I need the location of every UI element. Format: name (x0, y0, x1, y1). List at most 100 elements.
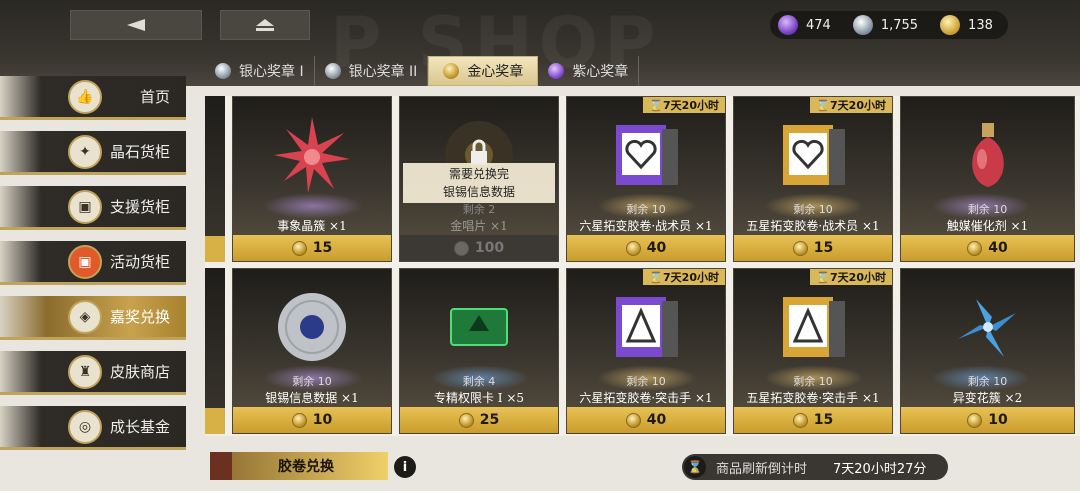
home-button[interactable] (220, 10, 310, 40)
shop-item[interactable]: 剩余 10 触媒催化剂 ×1 40 (900, 96, 1075, 262)
currency-value: 1,755 (880, 17, 919, 33)
partial-card (205, 96, 225, 262)
fund-icon: ◎ (68, 409, 102, 444)
price-button[interactable]: 100 (400, 235, 558, 261)
price-button[interactable]: 40 (567, 407, 725, 433)
gold-medal-icon (625, 240, 641, 256)
silver-medal-icon (324, 63, 341, 79)
sidebar-item-award-exchange[interactable]: ◈ 嘉奖兑换 (0, 296, 186, 340)
shop-item[interactable]: 剩余 10 异变花簇 ×2 10 (900, 268, 1075, 434)
price-value: 40 (646, 240, 667, 256)
lock-message: 需要兑换完 银锡信息数据 (403, 163, 555, 203)
price-value: 10 (312, 412, 333, 428)
info-icon[interactable]: i (394, 456, 416, 478)
gold-medal-icon (967, 240, 983, 256)
item-name: 触媒催化剂 ×1 (946, 219, 1029, 233)
item-name: 异变花簇 ×2 (952, 391, 1023, 405)
crystal-icon: ✦ (68, 134, 102, 169)
back-arrow-icon (127, 19, 145, 31)
tab-silver-2[interactable]: 银心奖章 II (315, 56, 429, 86)
tab-purple[interactable]: 紫心奖章 (538, 56, 640, 86)
sidebar-item-support-shop[interactable]: ▣ 支援货柜 (0, 186, 186, 230)
shop-item[interactable]: ⌛ 7天20小时 剩余 10 六星拓变胶卷·战术员 ×1 40 (566, 96, 726, 262)
price-button[interactable]: 15 (734, 407, 892, 433)
item-name: 五星拓变胶卷·突击手 ×1 (746, 391, 880, 405)
sidebar-item-skin-shop[interactable]: ♜ 皮肤商店 (0, 351, 186, 395)
timer-text: 7天20小时 (830, 271, 886, 284)
currency-gold[interactable]: 138 (940, 15, 993, 35)
currency-value: 474 (806, 17, 831, 33)
film-icon (210, 452, 232, 480)
film-arrow-gold-icon (783, 297, 845, 357)
price-button[interactable]: 10 (901, 407, 1074, 433)
film-exchange-button[interactable]: 胶卷兑换 (210, 452, 388, 480)
sidebar-item-label: 活动货柜 (110, 253, 171, 271)
shop-item[interactable]: 事象晶簇 ×1 15 (232, 96, 392, 262)
price-value: 40 (646, 412, 667, 428)
film-heart-gold-icon (783, 125, 845, 185)
item-remaining: 剩余 10 (967, 203, 1008, 216)
price-value: 15 (813, 240, 834, 256)
gold-medal-icon (792, 412, 808, 428)
price-value: 10 (988, 412, 1008, 428)
sidebar-item-label: 支援货柜 (110, 198, 171, 216)
price-value: 15 (312, 240, 333, 256)
item-name: 金唱片 ×1 (450, 219, 508, 233)
tab-gold[interactable]: 金心奖章 (428, 56, 539, 86)
item-remaining: 剩余 10 (626, 203, 666, 216)
purple-crystal-icon (778, 15, 798, 35)
price-button[interactable]: 15 (233, 235, 391, 261)
sidebar-item-crystal-shop[interactable]: ✦ 晶石货柜 (0, 131, 186, 175)
sidebar-item-home[interactable]: 👍 首页 (0, 76, 186, 120)
currency-purple[interactable]: 474 (778, 15, 831, 35)
partial-card (205, 268, 225, 434)
shop-grid: 事象晶簇 ×1 15 需要兑换完 银锡信息数据 剩余 2 金唱片 ×1 100 … (205, 96, 1080, 436)
currency-value: 138 (968, 17, 993, 33)
price-button[interactable]: 15 (734, 235, 892, 261)
refresh-label: 商品刷新倒计时 (716, 461, 808, 477)
silver-medal-icon (215, 63, 231, 79)
timer-badge: ⌛ 7天20小时 (810, 97, 892, 113)
item-name: 事象晶簇 ×1 (277, 219, 347, 233)
price-button[interactable]: 40 (901, 235, 1074, 261)
tab-label: 紫心奖章 (572, 64, 629, 80)
timer-text: 7天20小时 (663, 271, 719, 284)
gold-medal-icon (443, 63, 460, 79)
price-value: 25 (479, 412, 500, 428)
shop-item[interactable]: ⌛ 7天20小时 剩余 10 五星拓变胶卷·战术员 ×1 15 (733, 96, 893, 262)
sidebar-item-event-shop[interactable]: ▣ 活动货柜 (0, 241, 186, 285)
shop-item[interactable]: ⌛ 7天20小时 剩余 10 五星拓变胶卷·突击手 ×1 15 (733, 268, 893, 434)
tab-silver-1[interactable]: 银心奖章 I (205, 56, 315, 86)
sidebar-item-label: 首页 (140, 88, 171, 106)
gold-medal-icon (967, 412, 983, 428)
back-button[interactable] (70, 10, 202, 40)
tab-label: 银心奖章 I (239, 64, 304, 80)
gold-medal-icon (458, 412, 474, 428)
red-crystal-icon (274, 117, 350, 193)
refresh-countdown: ⌛ 商品刷新倒计时 7天20小时27分 (682, 454, 948, 480)
shop-item-locked[interactable]: 需要兑换完 银锡信息数据 剩余 2 金唱片 ×1 100 (399, 96, 559, 262)
currency-silver[interactable]: 1,755 (852, 15, 919, 35)
perfume-bottle-icon (971, 123, 1004, 187)
lock-line: 银锡信息数据 (442, 185, 515, 199)
thumbs-up-icon: 👍 (68, 79, 102, 114)
shop-item[interactable]: ⌛ 7天20小时 剩余 10 六星拓变胶卷·突击手 ×1 40 (566, 268, 726, 434)
shop-item[interactable]: 剩余 10 银锡信息数据 ×1 10 (232, 268, 392, 434)
gold-medal-icon (792, 240, 808, 256)
price-button[interactable]: 25 (400, 407, 558, 433)
price-button[interactable]: 40 (567, 235, 725, 261)
blue-flower-icon (957, 299, 1016, 357)
purple-medal-icon (548, 63, 565, 79)
item-remaining: 剩余 10 (793, 375, 833, 388)
item-remaining: 剩余 4 (462, 375, 496, 388)
tab-label: 银心奖章 II (348, 64, 418, 80)
shop-item[interactable]: 剩余 4 专精权限卡 I ×5 25 (399, 268, 559, 434)
sidebar-item-growth-fund[interactable]: ◎ 成长基金 (0, 406, 186, 450)
price-button[interactable]: 10 (233, 407, 391, 433)
timer-text: 7天20小时 (663, 99, 719, 112)
tab-label: 金心奖章 (467, 64, 524, 80)
timer-text: 7天20小时 (830, 99, 886, 112)
gold-medal-icon (453, 240, 469, 256)
film-exchange-label: 胶卷兑换 (278, 459, 334, 475)
item-remaining: 剩余 10 (793, 203, 833, 216)
